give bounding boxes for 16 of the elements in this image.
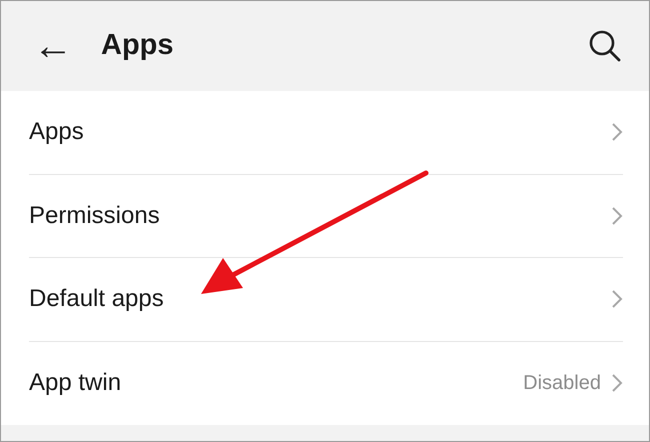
item-label: App twin xyxy=(29,368,122,398)
screen-title: Apps xyxy=(101,28,174,64)
settings-item[interactable]: Permissions xyxy=(29,174,623,258)
settings-item[interactable]: App twin Disabled xyxy=(29,342,623,425)
chevron-icon xyxy=(611,289,623,310)
item-label: Apps xyxy=(29,117,84,148)
chevron-icon xyxy=(611,373,623,394)
search-icon xyxy=(587,28,623,64)
chevron-icon xyxy=(611,122,623,142)
chevron-icon xyxy=(611,206,623,226)
item-value: Disabled xyxy=(523,371,601,396)
search-button[interactable] xyxy=(587,28,623,64)
back-button[interactable]: ← xyxy=(31,26,75,66)
item-label: Default apps xyxy=(29,284,164,314)
item-label: Permissions xyxy=(29,200,160,231)
settings-item[interactable]: Apps xyxy=(29,91,623,174)
